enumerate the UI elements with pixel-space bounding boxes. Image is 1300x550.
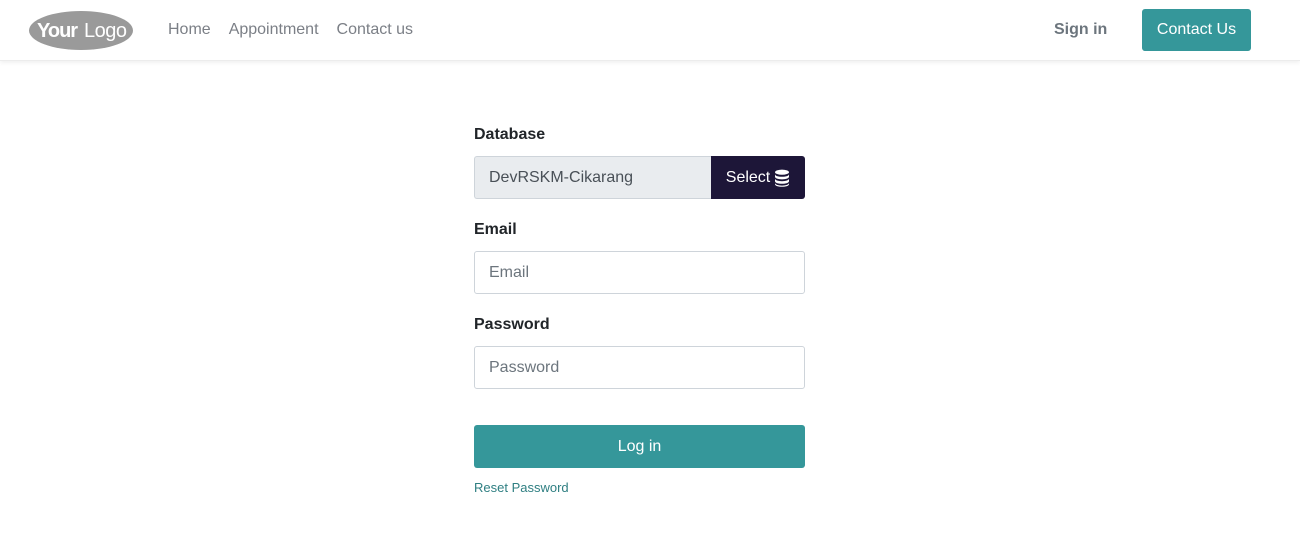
- nav-contact-us[interactable]: Contact us: [337, 19, 413, 41]
- database-field: DevRSKM-Cikarang: [474, 156, 711, 199]
- contact-us-button[interactable]: Contact Us: [1142, 9, 1251, 51]
- reset-password-link[interactable]: Reset Password: [474, 480, 569, 495]
- database-input-group: DevRSKM-Cikarang Select: [474, 156, 805, 199]
- sign-in-link[interactable]: Sign in: [1054, 19, 1107, 41]
- nav-home[interactable]: Home: [168, 19, 211, 41]
- email-label: Email: [474, 221, 517, 238]
- password-label: Password: [474, 316, 550, 333]
- brand-logo[interactable]: Your Logo: [28, 10, 134, 51]
- database-label: Database: [474, 126, 546, 143]
- select-database-button[interactable]: Select: [711, 156, 805, 199]
- email-field[interactable]: [474, 251, 805, 294]
- login-button[interactable]: Log in: [474, 425, 805, 468]
- select-button-label: Select: [725, 168, 771, 186]
- database-icon: [774, 169, 790, 187]
- top-navbar: Your Logo Home Appointment Contact us Si…: [0, 0, 1300, 61]
- svg-text:Logo: Logo: [84, 20, 127, 42]
- nav-appointment[interactable]: Appointment: [229, 19, 319, 41]
- main-nav: Home Appointment Contact us: [168, 19, 413, 41]
- login-form: Database DevRSKM-Cikarang Select Email P…: [474, 124, 805, 497]
- svg-text:Your: Your: [37, 20, 78, 42]
- password-field[interactable]: [474, 346, 805, 389]
